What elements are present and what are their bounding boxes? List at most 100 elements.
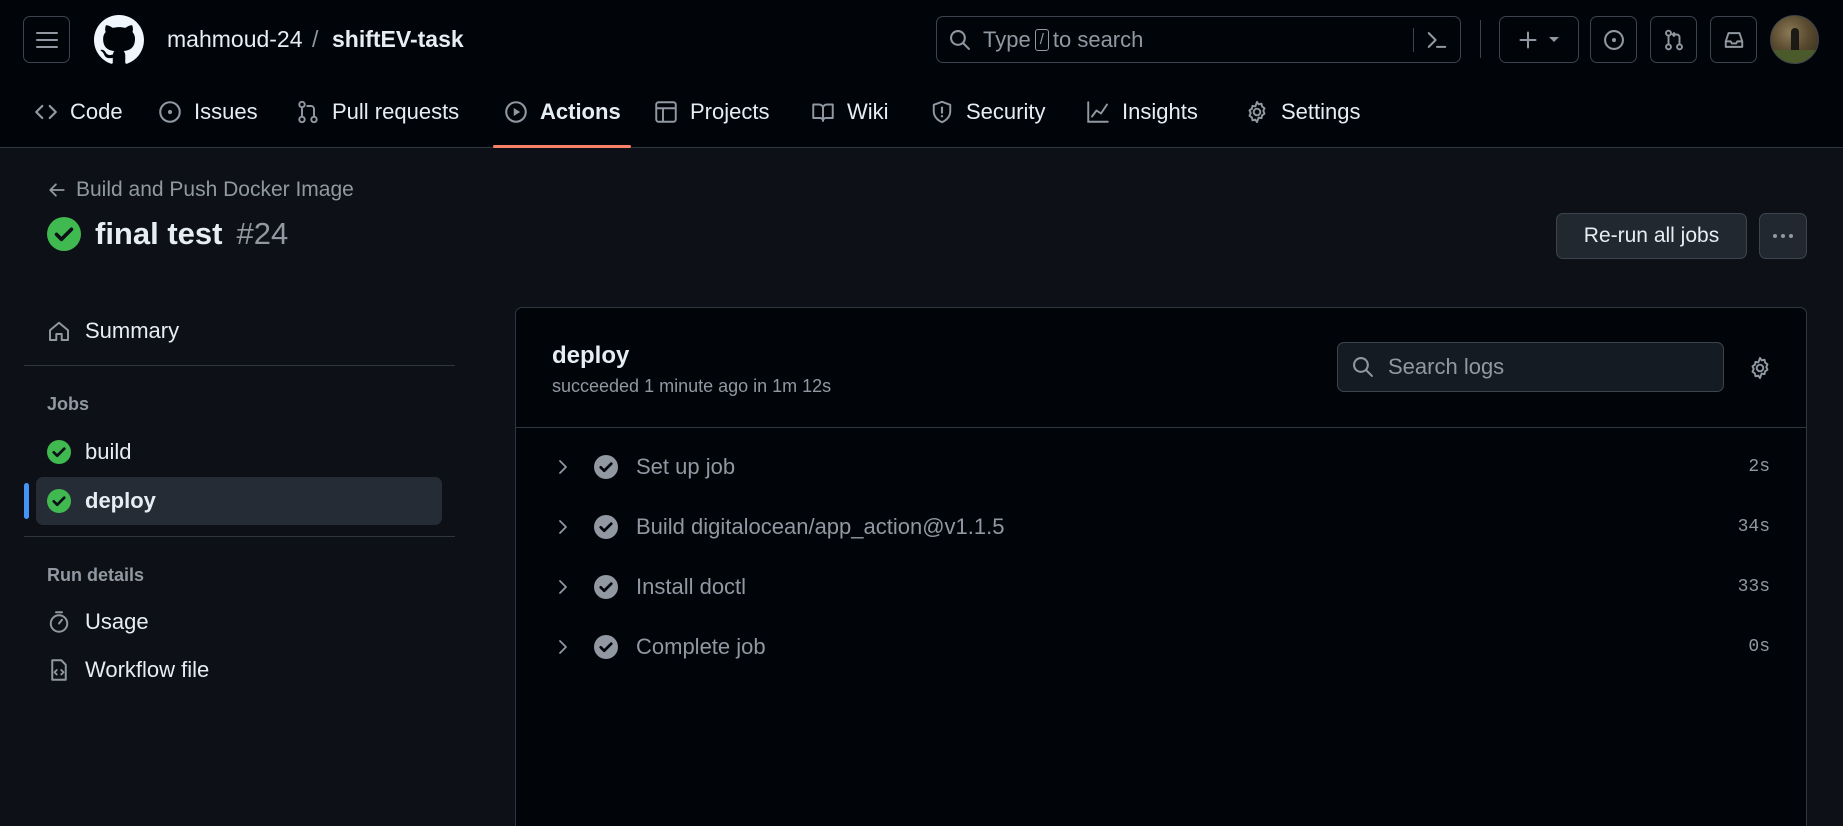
repo-owner-link[interactable]: mahmoud-24: [167, 26, 303, 53]
job-log-panel: deploy succeeded 1 minute ago in 1m 12s …: [515, 307, 1807, 826]
tab-settings[interactable]: Settings: [1245, 96, 1361, 128]
global-search-input[interactable]: Type / to search: [936, 16, 1461, 63]
pull-requests-shortcut-button[interactable]: [1650, 16, 1697, 63]
caret-down-icon: [1548, 36, 1560, 44]
job-header: deploy succeeded 1 minute ago in 1m 12s …: [516, 308, 1806, 428]
tab-issues[interactable]: Issues: [158, 96, 258, 128]
sidebar-item-usage[interactable]: Usage: [36, 598, 442, 646]
github-logo-icon[interactable]: [94, 15, 144, 65]
search-shortcut-key: /: [1034, 28, 1049, 51]
tab-projects[interactable]: Projects: [654, 96, 769, 128]
sidebar-item-workflow-file[interactable]: Workflow file: [36, 646, 442, 694]
tab-wiki[interactable]: Wiki: [811, 96, 889, 128]
search-placeholder-suffix: to search: [1052, 26, 1144, 52]
play-icon: [504, 100, 528, 124]
step-success-icon: [594, 575, 618, 599]
step-name: Set up job: [636, 454, 736, 479]
tab-issues-label: Issues: [194, 99, 258, 124]
sidebar-item-label: Usage: [85, 609, 149, 634]
command-palette-icon[interactable]: [1426, 29, 1448, 51]
search-icon: [949, 29, 971, 51]
gear-icon: [1245, 100, 1269, 124]
success-check-icon: [47, 489, 71, 513]
chevron-right-icon: [556, 578, 570, 596]
tab-security-label: Security: [966, 99, 1046, 124]
step-duration: 34s: [1737, 517, 1770, 537]
tab-settings-label: Settings: [1281, 99, 1361, 124]
stopwatch-icon: [47, 610, 71, 634]
file-code-icon: [47, 658, 71, 682]
code-icon: [34, 100, 58, 124]
avatar[interactable]: [1770, 15, 1819, 64]
step-name: Complete job: [636, 634, 766, 659]
issues-shortcut-button[interactable]: [1590, 16, 1637, 63]
chevron-right-icon: [556, 458, 570, 476]
tab-pull-requests-label: Pull requests: [332, 99, 460, 124]
back-to-workflow-link[interactable]: Build and Push Docker Image: [48, 178, 354, 202]
job-status-text: succeeded 1 minute ago in 1m 12s: [552, 376, 832, 396]
inbox-button[interactable]: [1710, 16, 1757, 63]
active-job-indicator: [24, 483, 29, 519]
sidebar-item-label: Workflow file: [85, 657, 210, 682]
repo-name-link[interactable]: shiftEV-task: [332, 26, 464, 53]
step-row[interactable]: Install doctl 33s: [516, 562, 1806, 612]
breadcrumb-separator: /: [312, 26, 319, 52]
tab-actions[interactable]: Actions: [504, 96, 621, 128]
arrow-left-icon: [48, 181, 66, 199]
tab-code[interactable]: Code: [34, 96, 123, 128]
success-check-icon: [47, 440, 71, 464]
tab-actions-label: Actions: [540, 99, 621, 124]
hamburger-icon: [35, 31, 58, 49]
tab-projects-label: Projects: [690, 99, 770, 124]
sidebar-item-label: build: [85, 439, 132, 464]
issue-icon: [1603, 29, 1625, 51]
kebab-horizontal-icon: [1771, 233, 1795, 239]
shield-icon: [930, 100, 954, 124]
step-duration: 33s: [1737, 577, 1770, 597]
plus-icon: [1518, 30, 1538, 50]
step-success-icon: [594, 515, 618, 539]
issue-icon: [158, 100, 182, 124]
search-logs-placeholder: Search logs: [1388, 354, 1505, 379]
step-duration: 2s: [1748, 457, 1770, 477]
jobs-heading: Jobs: [47, 394, 90, 414]
pull-request-icon: [1663, 29, 1685, 51]
step-row[interactable]: Build digitalocean/app_action@v1.1.5 34s: [516, 502, 1806, 552]
search-logs-input[interactable]: Search logs: [1337, 342, 1724, 392]
active-tab-indicator: [493, 145, 631, 148]
header-divider: [1480, 20, 1481, 58]
search-placeholder-prefix: Type: [983, 26, 1031, 52]
sidebar-item-label: Summary: [85, 318, 180, 343]
sidebar-item-summary[interactable]: Summary: [36, 307, 442, 355]
step-success-icon: [594, 635, 618, 659]
gear-icon[interactable]: [1748, 356, 1772, 380]
tab-security[interactable]: Security: [930, 96, 1045, 128]
tab-insights[interactable]: Insights: [1086, 96, 1198, 128]
success-check-icon: [47, 217, 81, 251]
chevron-right-icon: [556, 638, 570, 656]
sidebar-divider: [24, 536, 455, 537]
tab-code-label: Code: [70, 99, 123, 124]
graph-icon: [1086, 100, 1110, 124]
inbox-icon: [1723, 29, 1745, 51]
run-name: final test: [95, 216, 223, 251]
create-new-button[interactable]: [1499, 16, 1579, 63]
pull-request-icon: [296, 100, 320, 124]
tab-pull-requests[interactable]: Pull requests: [296, 96, 459, 128]
step-duration: 0s: [1748, 637, 1770, 657]
more-options-button[interactable]: [1759, 213, 1807, 259]
sidebar-item-build[interactable]: build: [36, 428, 442, 476]
book-icon: [811, 100, 835, 124]
home-icon: [47, 319, 71, 343]
rerun-all-jobs-button[interactable]: Re-run all jobs: [1556, 213, 1747, 259]
search-icon: [1352, 356, 1374, 378]
workflow-name: Build and Push Docker Image: [76, 178, 354, 201]
step-row[interactable]: Set up job 2s: [516, 442, 1806, 492]
run-title: final test #24: [47, 216, 288, 252]
run-number: #24: [236, 216, 289, 251]
sidebar-item-deploy[interactable]: deploy: [36, 477, 442, 525]
menu-button[interactable]: [23, 16, 70, 63]
step-row[interactable]: Complete job 0s: [516, 622, 1806, 672]
chevron-right-icon: [556, 518, 570, 536]
run-details-heading: Run details: [47, 565, 145, 585]
